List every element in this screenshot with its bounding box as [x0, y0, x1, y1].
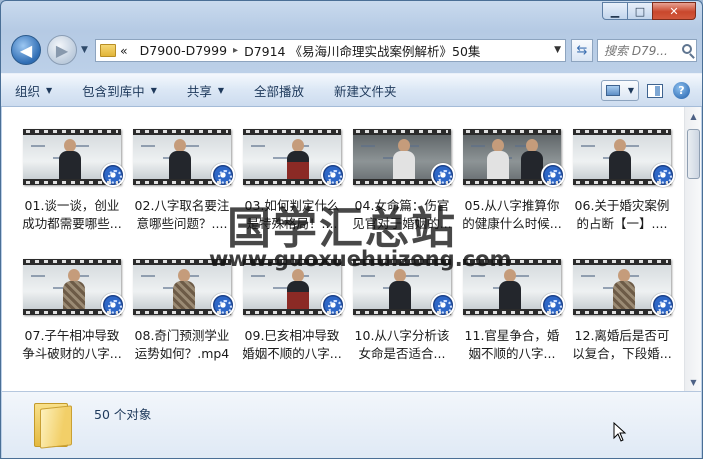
media-player-badge-icon	[321, 293, 345, 317]
details-pane: 50 个对象	[2, 391, 701, 458]
dropdown-arrow-icon: ▼	[46, 85, 53, 95]
new-folder-button[interactable]: 新建文件夹	[334, 81, 397, 100]
media-player-badge-icon	[651, 163, 675, 187]
scrollbar-thumb[interactable]	[687, 129, 700, 179]
search-box[interactable]	[597, 39, 697, 62]
maximize-button[interactable]: □	[627, 2, 653, 20]
file-item[interactable]: 10.从八字分析该女命是否适合...	[347, 259, 457, 363]
breadcrumb-separator-icon[interactable]: ▸	[233, 45, 238, 56]
video-thumbnail	[573, 129, 675, 187]
recent-pages-dropdown-icon[interactable]: ▼	[81, 45, 88, 55]
media-player-badge-icon	[541, 293, 565, 317]
file-name: 05.从八字推算你的健康什么时候...	[462, 198, 562, 231]
file-item[interactable]: 07.子午相冲导致争斗破财的八字...	[17, 259, 127, 363]
breadcrumb-overflow-icon[interactable]: «	[120, 43, 128, 58]
media-player-badge-icon	[101, 163, 125, 187]
file-name: 02.八字取名要注意哪些问题？....	[134, 198, 230, 231]
file-name: 09.巳亥相冲导致婚姻不顺的八字...	[242, 328, 342, 361]
dropdown-arrow-icon: ▼	[217, 85, 225, 95]
include-in-library-button[interactable]: 包含到库中 ▼	[82, 81, 157, 100]
video-thumbnail	[353, 129, 455, 187]
dropdown-arrow-icon: ▼	[627, 86, 635, 95]
change-view-button[interactable]: ▼	[601, 80, 639, 101]
media-player-badge-icon	[211, 163, 235, 187]
search-icon[interactable]	[682, 44, 692, 54]
media-player-badge-icon	[321, 163, 345, 187]
play-all-button[interactable]: 全部播放	[254, 81, 304, 100]
caption-buttons: ▁ □ ✕	[602, 2, 696, 20]
new-folder-label: 新建文件夹	[334, 83, 397, 99]
navigation-bar: ◀ ▶ ▼ « D7900-D7999 ▸ D7914 《易海川命理实战案例解析…	[9, 31, 697, 65]
close-button[interactable]: ✕	[652, 2, 696, 20]
include-in-library-label: 包含到库中	[82, 83, 145, 99]
watermark-url: www.guoxuehuizong.com	[209, 247, 512, 271]
media-player-badge-icon	[211, 293, 235, 317]
video-thumbnail	[573, 259, 675, 317]
folder-icon	[100, 44, 116, 57]
address-bar[interactable]: « D7900-D7999 ▸ D7914 《易海川命理实战案例解析》50集 ▼	[95, 39, 566, 62]
file-name: 08.奇门预测学业运势如何？.mp4	[134, 328, 230, 361]
file-item[interactable]: 11.官星争合，婚姻不顺的八字...	[457, 259, 567, 363]
address-dropdown-icon[interactable]: ▼	[554, 45, 561, 55]
play-all-label: 全部播放	[254, 83, 305, 99]
video-thumbnail	[463, 129, 565, 187]
refresh-button[interactable]: ⇆	[571, 39, 593, 62]
command-bar: 组织 ▼ 包含到库中 ▼ 共享 ▼ 全部播放 新建文件夹 ▼ ?	[1, 73, 702, 107]
video-thumbnail	[23, 129, 125, 187]
file-name: 07.子午相冲导致争斗破财的八字...	[22, 328, 122, 361]
media-player-badge-icon	[101, 293, 125, 317]
share-label: 共享	[186, 83, 212, 99]
view-controls: ▼ ?	[601, 80, 690, 101]
large-icons-view-icon	[605, 85, 620, 96]
preview-pane-icon[interactable]	[647, 83, 663, 98]
back-button[interactable]: ◀	[11, 35, 41, 65]
file-name: 01.谈一谈，创业成功都需要哪些...	[22, 198, 122, 231]
scroll-down-icon[interactable]: ▼	[686, 374, 701, 390]
scroll-up-icon[interactable]: ▲	[686, 108, 701, 124]
media-player-badge-icon	[651, 293, 675, 317]
dropdown-arrow-icon: ▼	[150, 85, 157, 95]
media-player-badge-icon	[431, 293, 455, 317]
explorer-window: ▁ □ ✕ ◀ ▶ ▼ « D7900-D7999 ▸ D7914 《易海川命理…	[0, 0, 703, 459]
file-name: 10.从八字分析该女命是否适合...	[354, 328, 450, 361]
file-item[interactable]: 05.从八字推算你的健康什么时候...	[457, 129, 567, 233]
help-icon[interactable]: ?	[673, 82, 690, 99]
file-item[interactable]: 09.巳亥相冲导致婚姻不顺的八字...	[237, 259, 347, 363]
video-thumbnail	[23, 259, 125, 317]
vertical-scrollbar[interactable]: ▲ ▼	[684, 107, 701, 391]
file-item[interactable]: 12.离婚后是否可以复合，下段婚...	[567, 259, 677, 363]
folder-icon	[32, 401, 72, 449]
file-item[interactable]: 06.关于婚灾案例的占断【一】....	[567, 129, 677, 233]
file-item[interactable]: 01.谈一谈，创业成功都需要哪些...	[17, 129, 127, 233]
file-name: 06.关于婚灾案例的占断【一】....	[574, 198, 670, 231]
forward-button[interactable]: ▶	[47, 35, 77, 65]
organize-label: 组织	[15, 83, 41, 99]
search-input[interactable]	[604, 43, 676, 58]
object-count: 50 个对象	[94, 407, 152, 422]
file-name: 11.官星争合，婚姻不顺的八字...	[464, 328, 560, 361]
organize-button[interactable]: 组织 ▼	[15, 81, 52, 100]
media-player-badge-icon	[431, 163, 455, 187]
file-item[interactable]: 08.奇门预测学业运势如何？.mp4	[127, 259, 237, 363]
file-name: 12.离婚后是否可以复合，下段婚...	[572, 328, 672, 361]
minimize-button[interactable]: ▁	[602, 2, 628, 20]
file-item[interactable]: 02.八字取名要注意哪些问题？....	[127, 129, 237, 233]
breadcrumb-item-parent[interactable]: D7900-D7999	[140, 43, 227, 58]
video-thumbnail	[243, 129, 345, 187]
share-button[interactable]: 共享 ▼	[187, 81, 224, 100]
breadcrumb-item-current[interactable]: D7914 《易海川命理实战案例解析》50集	[244, 41, 480, 60]
media-player-badge-icon	[541, 163, 565, 187]
video-thumbnail	[133, 129, 235, 187]
